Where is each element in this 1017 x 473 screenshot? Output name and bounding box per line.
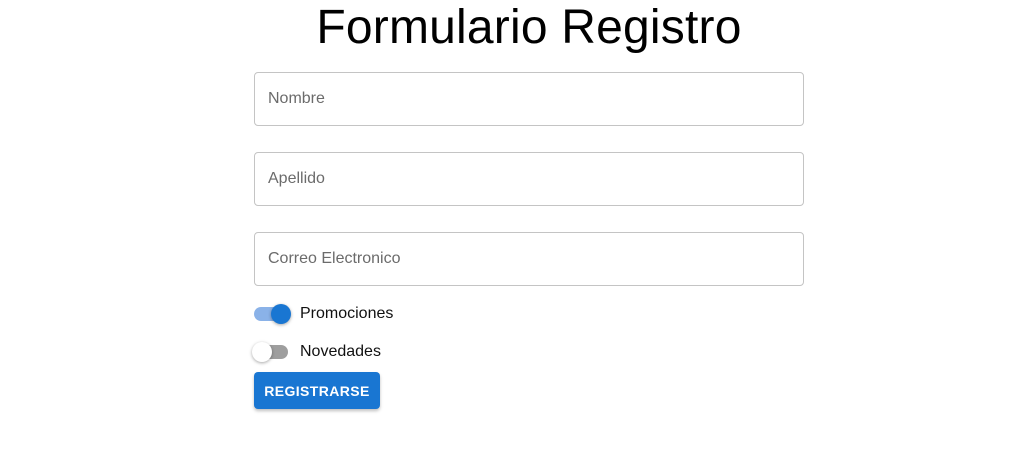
apellido-input[interactable]	[255, 153, 803, 205]
nombre-input[interactable]	[255, 73, 803, 125]
page-title: Formulario Registro	[316, 1, 742, 54]
nombre-field-container	[254, 72, 804, 126]
switch-thumb	[252, 342, 272, 362]
registration-page: Formulario Registro Promociones Novedade…	[0, 0, 1017, 473]
novedades-label: Novedades	[300, 343, 381, 360]
registrarse-button[interactable]: REGISTRARSE	[254, 372, 380, 409]
promociones-label: Promociones	[300, 305, 394, 322]
email-field-container	[254, 232, 804, 286]
novedades-switch[interactable]	[252, 340, 290, 364]
novedades-toggle-row: Novedades	[252, 340, 381, 364]
promociones-switch[interactable]	[254, 302, 291, 326]
switch-thumb	[271, 304, 291, 324]
apellido-field-container	[254, 152, 804, 206]
email-input[interactable]	[255, 233, 803, 285]
promociones-toggle-row: Promociones	[254, 302, 393, 326]
